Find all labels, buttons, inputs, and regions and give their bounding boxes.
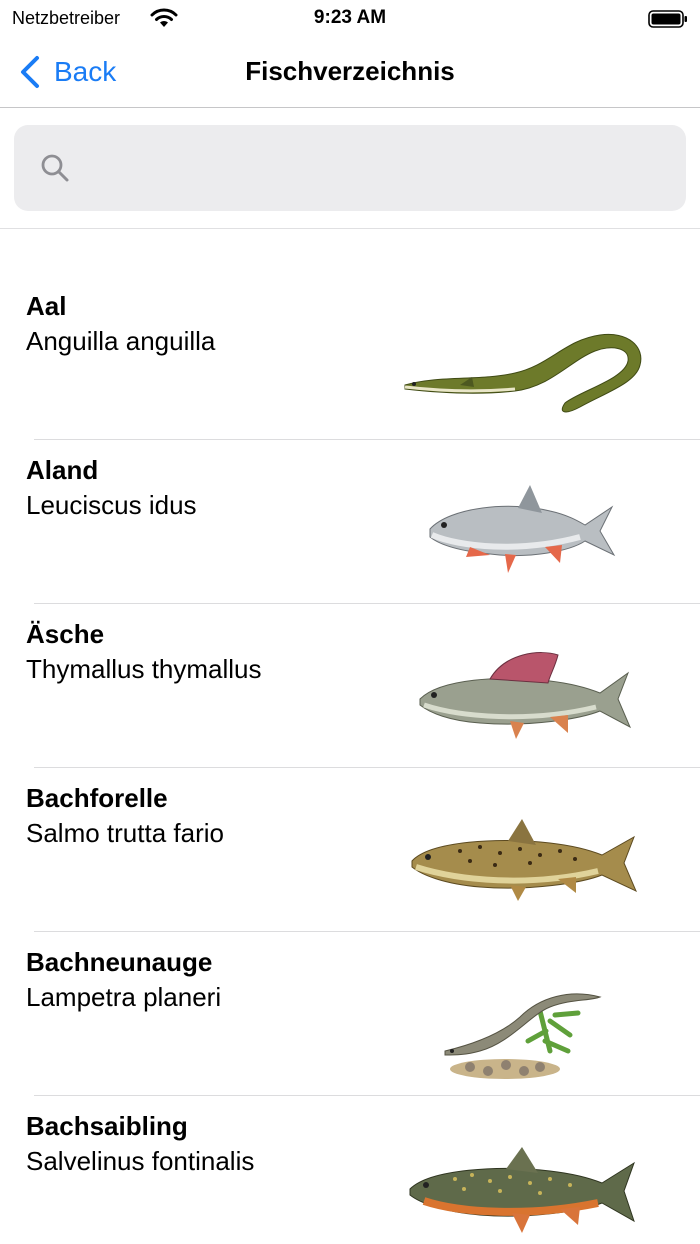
fish-latin-name: Leuciscus idus (26, 490, 197, 520)
fish-row-aland[interactable]: Aland Leuciscus idus (0, 439, 700, 603)
fish-latin-name: Thymallus thymallus (26, 654, 262, 684)
page-title: Fischverzeichnis (245, 56, 455, 86)
fish-name: Bachsaibling (26, 1111, 188, 1141)
fish-name: Aal (26, 291, 67, 321)
ide-fish-illustration (429, 485, 616, 573)
fish-name: Äsche (26, 619, 105, 649)
row-divider (34, 1095, 700, 1096)
grayling-fish-illustration (419, 652, 632, 739)
search-field[interactable] (14, 125, 686, 211)
fish-row-aal[interactable]: Aal Anguilla anguilla (0, 275, 700, 439)
brook-trout-illustration (409, 1147, 635, 1233)
navigation-bar: Back Fischverzeichnis (0, 36, 700, 108)
fish-latin-name: Salvelinus fontinalis (26, 1146, 255, 1176)
search-bar (0, 109, 700, 229)
row-divider (34, 767, 700, 768)
fish-row-aesche[interactable]: Äsche Thymallus thymallus (0, 603, 700, 767)
fish-name: Bachforelle (26, 783, 168, 813)
fish-row-bachforelle[interactable]: Bachforelle Salmo trutta fario (0, 767, 700, 931)
fish-latin-name: Salmo trutta fario (26, 818, 224, 848)
fish-latin-name: Lampetra planeri (26, 982, 222, 1012)
eel-illustration (404, 333, 642, 413)
fish-name: Bachneunauge (26, 947, 213, 977)
brown-trout-illustration (411, 819, 637, 901)
fish-row-bachneunauge[interactable]: Bachneunauge Lampetra planeri (0, 931, 700, 1095)
fish-latin-name: Anguilla anguilla (26, 326, 216, 356)
status-bar: Netzbetreiber 9:23 AM (0, 0, 700, 36)
brook-lamprey-illustration (444, 993, 602, 1079)
row-divider (34, 931, 700, 932)
search-icon (41, 154, 69, 182)
row-divider (34, 603, 700, 604)
fish-name: Aland (26, 455, 99, 485)
status-time: 9:23 AM (313, 7, 387, 28)
battery-icon (648, 10, 687, 28)
fish-list: Aal Anguilla anguilla Aland Leuciscus id… (0, 275, 700, 1244)
fish-row-bachsaibling[interactable]: Bachsaibling Salvelinus fontinalis (0, 1095, 700, 1244)
row-divider (34, 439, 700, 440)
search-input[interactable] (82, 125, 672, 211)
